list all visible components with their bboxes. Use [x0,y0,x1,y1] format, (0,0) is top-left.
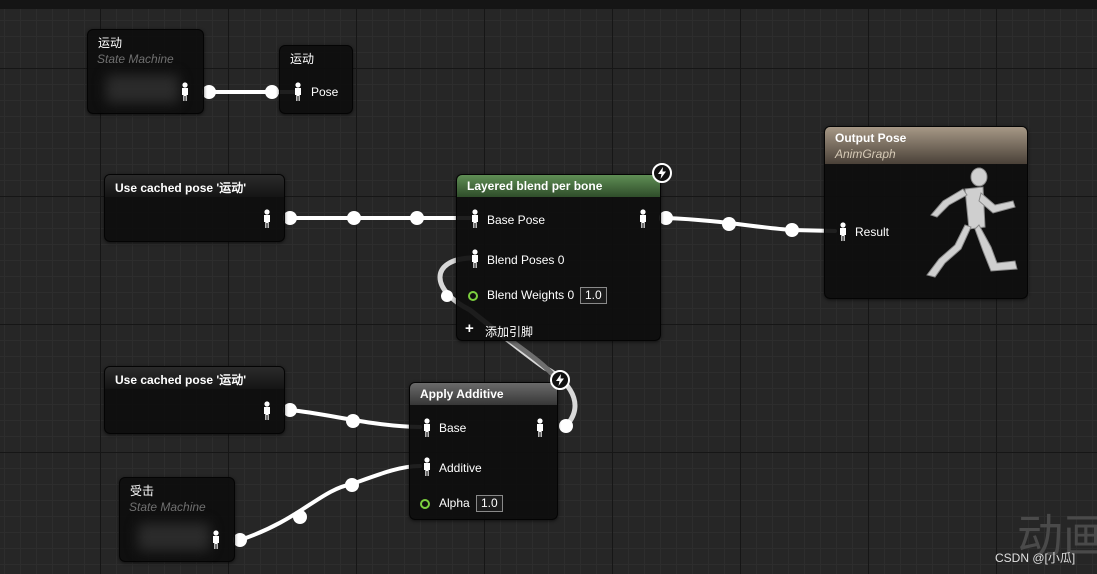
node-subtitle: AnimGraph [835,147,896,161]
base-pose-label: Base Pose [487,213,546,227]
wire-knot [345,478,359,492]
add-pin-label[interactable]: 添加引脚 [485,323,533,340]
additive-input-pin-icon[interactable] [422,457,432,477]
node-title: Use cached pose '运动' [105,175,284,197]
wire-knot [559,419,573,433]
state-machine-preview [106,75,179,103]
blend-weights-label: Blend Weights 0 [487,288,575,302]
wire-knot [659,211,673,225]
node-subtitle: State Machine [129,500,206,514]
wire-knot [441,290,453,302]
pose-output-pin-icon[interactable] [211,530,221,550]
wire-knot [202,85,216,99]
pose-output-pin-icon[interactable] [180,82,190,102]
source-credit: CSDN @[小瓜] [995,551,1076,565]
blend-poses-label: Blend Poses 0 [487,253,565,267]
wire-knot [347,211,361,225]
node-title: Apply Additive [410,383,557,405]
node-header: Output Pose AnimGraph [825,127,1027,164]
pose-output-pin-icon[interactable] [262,209,272,229]
wire-layered-to-output [664,216,837,233]
wire-knot [785,223,799,237]
add-pin-icon[interactable]: + [465,321,474,336]
fast-path-lightning-icon [652,163,672,183]
apply-additive-node[interactable]: Apply Additive Base Additive Alpha 1.0 [409,382,558,520]
wire-blendposes-shade [502,333,559,381]
node-subtitle: State Machine [97,52,174,66]
base-pose-input-pin-icon[interactable] [470,209,480,229]
layered-blend-per-bone-node[interactable]: Layered blend per bone Base Pose Blend P… [456,174,661,341]
wire-knot [293,510,307,524]
wire-knot [233,533,247,547]
result-input-pin-icon[interactable] [838,222,848,242]
running-mannequin-icon [926,167,1018,278]
wire-knot [265,85,279,99]
top-bar [0,0,1097,9]
alpha-input-pin-icon[interactable] [420,499,430,509]
blend-weights-input-pin-icon[interactable] [468,291,478,301]
additive-pin-label: Additive [439,461,482,475]
state-machine-node-motion[interactable]: 运动 State Machine [87,29,204,114]
node-title: Use cached pose '运动' [105,367,284,389]
cached-pose-node-2[interactable]: Use cached pose '运动' [104,366,285,434]
wire-knot [283,211,297,225]
wire-cached2-to-base [288,408,422,429]
wire-hit-to-additive [238,464,422,542]
node-title: Layered blend per bone [457,175,660,197]
pose-input-pin-icon[interactable] [293,82,303,102]
output-pose-node[interactable]: Output Pose AnimGraph Result [824,126,1028,299]
wire-knot [722,217,736,231]
node-title: 运动 [98,36,123,50]
base-input-pin-icon[interactable] [422,418,432,438]
node-title: 运动 [290,52,315,66]
state-machine-preview [138,523,210,551]
node-title: Output Pose [835,131,907,145]
base-pin-label: Base [439,421,467,435]
pose-output-pin-icon[interactable] [262,401,272,421]
blend-poses-input-pin-icon[interactable] [470,249,480,269]
pose-output-pin-icon[interactable] [535,418,545,438]
state-machine-node-hit[interactable]: 受击 State Machine [119,477,235,562]
node-title: 受击 [130,484,155,498]
wire-knot [346,414,360,428]
state-result-node-motion[interactable]: 运动 Pose [279,45,353,114]
pose-output-pin-icon[interactable] [638,209,648,229]
wire-knot [410,211,424,225]
result-pin-label: Result [855,225,890,239]
blend-weights-value[interactable]: 1.0 [580,287,607,304]
fast-path-lightning-icon [550,370,570,390]
cached-pose-node-1[interactable]: Use cached pose '运动' [104,174,285,242]
alpha-pin-label: Alpha [439,496,470,510]
wire-knot [283,403,297,417]
pose-pin-label: Pose [311,85,339,99]
alpha-value[interactable]: 1.0 [476,495,503,512]
